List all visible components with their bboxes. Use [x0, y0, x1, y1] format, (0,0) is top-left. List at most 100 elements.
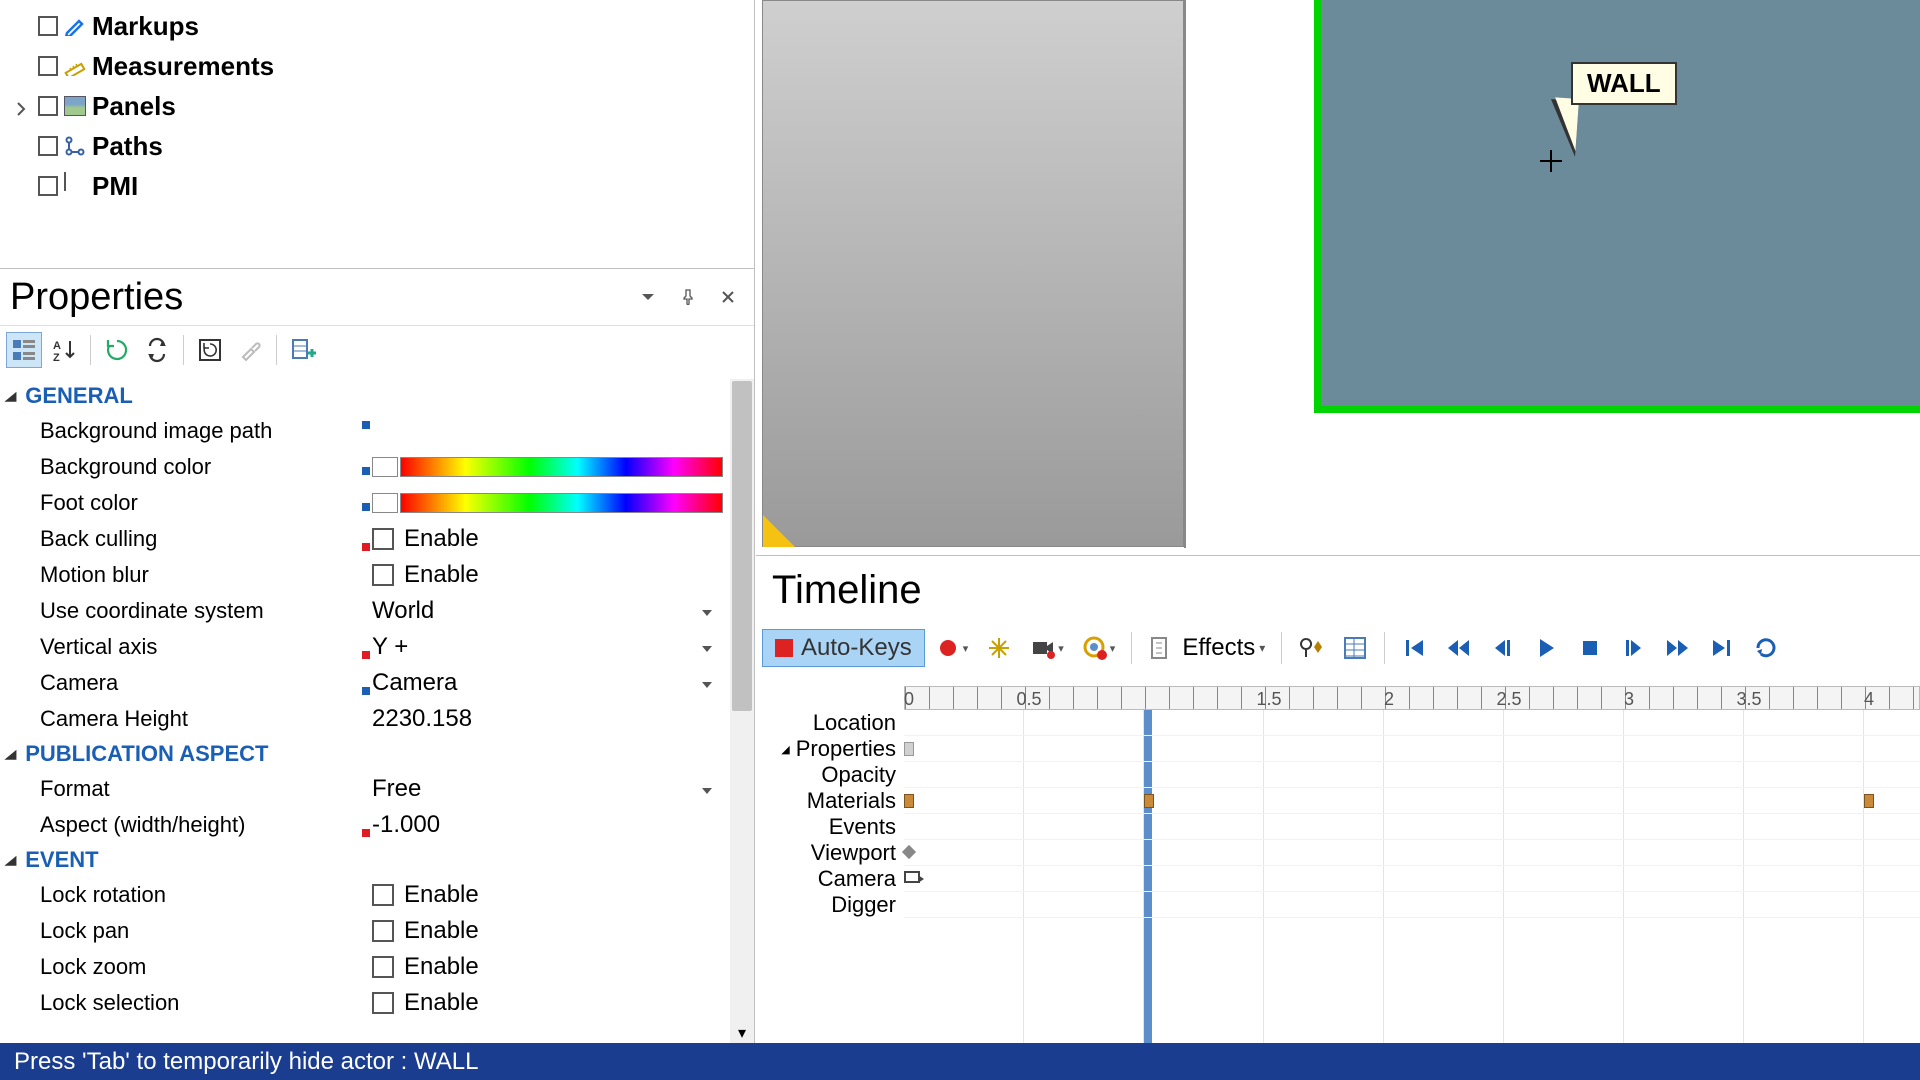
effects-menu-button[interactable]: Effects ▾: [1140, 628, 1273, 668]
checkbox[interactable]: [372, 992, 394, 1014]
checkbox[interactable]: [372, 920, 394, 942]
prop-value[interactable]: Enable: [372, 917, 729, 945]
autokeys-toggle[interactable]: Auto-Keys: [762, 629, 925, 667]
track-lane-events[interactable]: [904, 814, 1920, 840]
keyframe-diamond-icon[interactable]: [902, 845, 916, 859]
color-swatch[interactable]: [372, 493, 398, 513]
prop-category-event[interactable]: EVENT: [0, 843, 729, 877]
track-label-camera[interactable]: Camera: [756, 866, 904, 892]
prop-value[interactable]: Y +: [372, 633, 729, 661]
track-label-events[interactable]: Events: [756, 814, 904, 840]
track-lane-materials[interactable]: [904, 788, 1920, 814]
record-key-button[interactable]: [927, 628, 977, 668]
prop-value[interactable]: Enable: [372, 953, 729, 981]
prop-value[interactable]: Free: [372, 775, 729, 803]
prop-value[interactable]: -1.000: [372, 811, 729, 839]
panel-pin-button[interactable]: [672, 281, 704, 313]
collapse-icon[interactable]: ◢: [781, 743, 789, 756]
track-label-digger[interactable]: Digger: [756, 892, 904, 918]
prop-value[interactable]: Enable: [372, 561, 729, 589]
scroll-thumb[interactable]: [732, 381, 752, 711]
tree-item-measurements[interactable]: Measurements: [0, 46, 754, 86]
track-label-materials[interactable]: Materials: [756, 788, 904, 814]
keyframe-tool-button[interactable]: [1290, 628, 1332, 668]
color-swatch[interactable]: [372, 457, 398, 477]
prop-alphasort-button[interactable]: AZ: [46, 332, 82, 368]
prop-value[interactable]: 2230.158: [372, 705, 729, 733]
track-lane-digger[interactable]: [904, 892, 1920, 918]
chevron-down-icon[interactable]: [701, 597, 713, 625]
step-fwd-button[interactable]: [1613, 628, 1655, 668]
prop-category-publication-aspect[interactable]: PUBLICATION ASPECT: [0, 737, 729, 771]
keyframe-icon[interactable]: [1144, 794, 1154, 808]
visibility-checkbox[interactable]: [38, 96, 58, 116]
prop-category-general[interactable]: GENERAL: [0, 379, 729, 413]
prop-categorized-button[interactable]: [6, 332, 42, 368]
keyframe-icon[interactable]: [1864, 794, 1874, 808]
go-start-button[interactable]: [1393, 628, 1435, 668]
next-key-button[interactable]: [1657, 628, 1699, 668]
track-lane-opacity[interactable]: [904, 762, 1920, 788]
expand-icon[interactable]: [14, 100, 28, 114]
loop-button[interactable]: [1745, 628, 1787, 668]
camera-key-button[interactable]: [1022, 628, 1072, 668]
visibility-checkbox[interactable]: [38, 176, 58, 196]
prop-value[interactable]: Camera: [372, 669, 729, 697]
color-spectrum-icon[interactable]: [400, 493, 723, 513]
track-lane-camera[interactable]: [904, 866, 1920, 892]
prop-value[interactable]: Enable: [372, 989, 729, 1017]
chevron-down-icon[interactable]: [701, 669, 713, 697]
track-label-opacity[interactable]: Opacity: [756, 762, 904, 788]
track-list-button[interactable]: [1334, 628, 1376, 668]
tree-item-paths[interactable]: Paths: [0, 126, 754, 166]
status-bar: Press 'Tab' to temporarily hide actor : …: [0, 1043, 1920, 1080]
timeline-area[interactable]: 00.51.522.533.54: [904, 686, 1920, 1043]
keyframe-camera-icon[interactable]: [904, 871, 920, 883]
prop-reset-button[interactable]: [192, 332, 228, 368]
prev-key-button[interactable]: [1437, 628, 1479, 668]
track-lane-viewport[interactable]: [904, 840, 1920, 866]
prop-value[interactable]: World: [372, 597, 729, 625]
step-back-button[interactable]: [1481, 628, 1523, 668]
checkbox[interactable]: [372, 564, 394, 586]
panel-close-button[interactable]: [712, 281, 744, 313]
go-end-button[interactable]: [1701, 628, 1743, 668]
checkbox[interactable]: [372, 528, 394, 550]
location-key-button[interactable]: [978, 628, 1020, 668]
timeline-ruler[interactable]: 00.51.522.533.54: [904, 686, 1920, 710]
prop-value[interactable]: Enable: [372, 525, 729, 553]
prop-value[interactable]: [372, 493, 729, 513]
prop-eyedropper-button[interactable]: [232, 332, 268, 368]
prop-refresh-button[interactable]: [99, 332, 135, 368]
scroll-down-icon[interactable]: ▾: [730, 1023, 754, 1043]
checkbox[interactable]: [372, 884, 394, 906]
visibility-checkbox[interactable]: [38, 56, 58, 76]
viewport-corner-handle-icon[interactable]: [763, 515, 795, 547]
properties-scrollbar[interactable]: ▴ ▾: [730, 379, 754, 1043]
chevron-down-icon[interactable]: [701, 775, 713, 803]
stop-button[interactable]: [1569, 628, 1611, 668]
color-spectrum-icon[interactable]: [400, 457, 723, 477]
prop-value[interactable]: Enable: [372, 881, 729, 909]
visibility-checkbox[interactable]: [38, 16, 58, 36]
digger-key-button[interactable]: [1074, 628, 1124, 668]
panel-menu-button[interactable]: [632, 281, 664, 313]
tree-item-markups[interactable]: Markups: [0, 6, 754, 46]
track-lane-location[interactable]: [904, 710, 1920, 736]
prop-sync-button[interactable]: [139, 332, 175, 368]
prop-value[interactable]: [372, 457, 729, 477]
track-lane-properties[interactable]: [904, 736, 1920, 762]
tree-item-panels[interactable]: Panels: [0, 86, 754, 126]
checkbox[interactable]: [372, 956, 394, 978]
visibility-checkbox[interactable]: [38, 136, 58, 156]
chevron-down-icon[interactable]: [701, 633, 713, 661]
track-label-properties[interactable]: ◢Properties: [756, 736, 904, 762]
tree-item-pmi[interactable]: PMI: [0, 166, 754, 206]
track-label-location[interactable]: Location: [756, 710, 904, 736]
play-button[interactable]: [1525, 628, 1567, 668]
track-label-viewport[interactable]: Viewport: [756, 840, 904, 866]
viewport-3d[interactable]: WALL: [756, 0, 1920, 553]
keyframe-icon[interactable]: [904, 794, 914, 808]
keyframe-icon[interactable]: [904, 742, 914, 756]
prop-addprop-button[interactable]: [285, 332, 321, 368]
